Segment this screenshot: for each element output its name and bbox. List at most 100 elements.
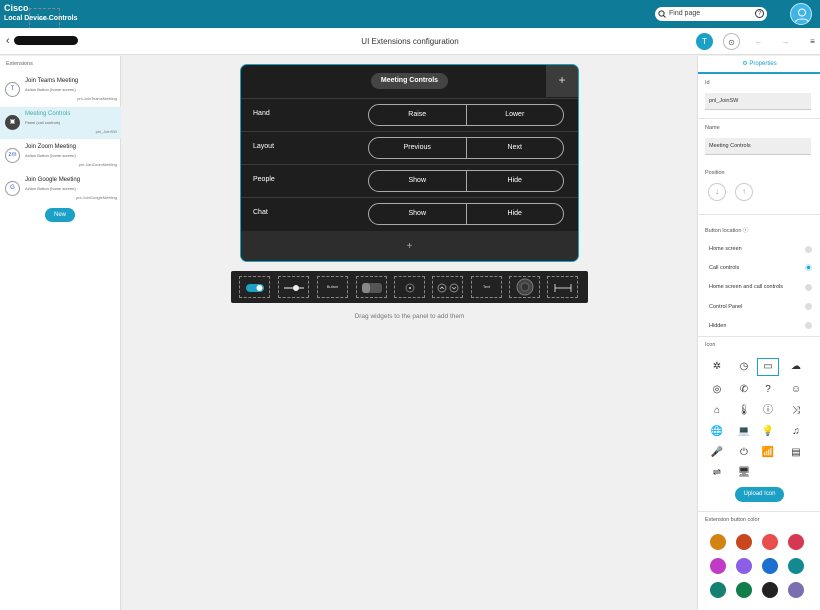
question-icon[interactable]: ? (760, 382, 776, 398)
color-swatch[interactable] (736, 534, 752, 550)
row-label[interactable]: Hand (253, 110, 270, 117)
info-icon[interactable]: ⓘ (760, 403, 776, 419)
raise-button[interactable]: Raise (369, 105, 466, 125)
phone-icon[interactable]: ✆ (736, 382, 752, 398)
display-icon[interactable]: 🖥 (736, 465, 752, 481)
spinner-widget[interactable] (432, 276, 463, 298)
tv-icon[interactable]: ▤ (788, 445, 804, 461)
tab-properties[interactable]: ⚙ Properties (698, 56, 820, 74)
id-field[interactable]: pnl_JoinSW (705, 93, 811, 110)
new-extension-button[interactable]: New (45, 208, 75, 222)
lightbulb-icon[interactable]: 💡 (760, 424, 776, 440)
color-swatch[interactable] (736, 558, 752, 574)
segmented-button[interactable]: Previous Next (368, 137, 564, 159)
toggle-on-widget[interactable] (239, 276, 270, 298)
redo-icon[interactable]: → (777, 33, 794, 50)
google-meet-icon: G (5, 181, 20, 196)
teams-icon: T (5, 82, 20, 97)
id-label: Id (705, 80, 710, 86)
location-radio-call-controls[interactable] (805, 264, 812, 271)
setup-icon[interactable]: ✲ (709, 359, 725, 375)
extensions-heading: Extensions (6, 61, 33, 67)
top-bar: Cisco Webex Local Device Controls Find p… (0, 0, 820, 30)
spacer-widget[interactable] (547, 276, 578, 298)
location-radio-hidden[interactable] (805, 322, 812, 329)
hide-button[interactable]: Hide (465, 204, 564, 224)
undo-icon[interactable]: ← (750, 33, 767, 50)
segmented-button[interactable]: Show Hide (368, 170, 564, 192)
extension-id: pnl.JoinTeamsMeeting (77, 96, 117, 101)
microphone-icon[interactable]: 🎤 (709, 445, 725, 461)
lower-button[interactable]: Lower (465, 105, 564, 125)
color-swatch[interactable] (762, 582, 778, 598)
segmented-button[interactable]: Raise Lower (368, 104, 564, 126)
show-button[interactable]: Show (369, 204, 466, 224)
color-swatch[interactable] (788, 558, 804, 574)
color-swatch[interactable] (762, 534, 778, 550)
power-icon[interactable]: ⏻ (736, 445, 752, 461)
extension-item-zoom[interactable]: zm Join Zoom Meeting Action Button (home… (0, 140, 121, 172)
color-swatch[interactable] (762, 558, 778, 574)
location-radio-home[interactable] (805, 246, 812, 253)
panel-title[interactable]: Meeting Controls (371, 73, 448, 89)
panel-row-people: People Show Hide (241, 164, 578, 197)
button-widget[interactable]: Button (317, 276, 348, 298)
add-row-button[interactable]: + (241, 231, 578, 261)
extension-item-teams[interactable]: T Join Teams Meeting Action Button (home… (0, 74, 121, 106)
color-swatch[interactable] (736, 582, 752, 598)
row-label[interactable]: Chat (253, 209, 268, 216)
target-icon[interactable]: ◎ (709, 382, 725, 398)
find-page-placeholder: Find page (669, 10, 701, 17)
avatar[interactable] (790, 3, 812, 25)
color-swatch[interactable] (710, 558, 726, 574)
panel-add-page-button[interactable]: + (546, 65, 578, 97)
color-swatch[interactable] (788, 582, 804, 598)
clock-icon[interactable]: ◷ (736, 359, 752, 375)
helpdesk-icon[interactable]: ☁ (788, 359, 804, 375)
extension-item-meeting-controls[interactable]: ▣ Meeting Controls Panel (call controls)… (0, 107, 121, 139)
location-radio-home-and-call[interactable] (805, 284, 812, 291)
hide-button[interactable]: Hide (465, 171, 564, 191)
concierge-icon[interactable]: ☺ (788, 382, 804, 398)
sliders-icon[interactable]: ⇌ (709, 465, 725, 481)
directional-pad-widget[interactable] (509, 276, 540, 298)
upload-icon-button[interactable]: Upload Icon (735, 487, 784, 502)
camera-icon[interactable]: ▭ (757, 358, 779, 376)
laptop-icon[interactable]: 💻 (736, 424, 752, 440)
name-field[interactable]: Meeting Controls (705, 138, 811, 155)
dot-widget[interactable] (394, 276, 425, 298)
next-button[interactable]: Next (465, 138, 564, 158)
row-label[interactable]: Layout (253, 143, 274, 150)
shuffle-icon[interactable]: ⤨ (788, 403, 804, 419)
slider-widget[interactable] (278, 276, 309, 298)
back-icon[interactable]: ‹ (6, 35, 10, 47)
find-page-input[interactable]: Find page ? (655, 7, 767, 21)
toggle-off-widget[interactable] (356, 276, 387, 298)
text-widget[interactable]: Text (471, 276, 502, 298)
location-option-label: Home screen (709, 246, 742, 252)
extension-id: pnl_JoinSW (95, 129, 117, 134)
redacted-name (14, 36, 78, 45)
color-swatch[interactable] (788, 534, 804, 550)
color-swatch[interactable] (710, 582, 726, 598)
menu-icon[interactable]: ≡ (804, 33, 820, 50)
header-bar: UI Extensions configuration ‹ T ⊙ ← → ≡ (0, 28, 820, 55)
globe-icon[interactable]: 🌐 (709, 424, 725, 440)
help-icon[interactable]: ? (755, 9, 764, 18)
home-icon[interactable]: ⌂ (709, 403, 725, 419)
t-button[interactable]: T (696, 33, 713, 50)
wifi-icon[interactable]: 📶 (760, 445, 776, 461)
move-down-button[interactable]: ↓ (708, 183, 726, 201)
text-widget-label: Text (482, 284, 491, 289)
music-icon[interactable]: ♫ (788, 424, 804, 440)
color-swatch[interactable] (710, 534, 726, 550)
segmented-button[interactable]: Show Hide (368, 203, 564, 225)
row-label[interactable]: People (253, 176, 275, 183)
show-button[interactable]: Show (369, 171, 466, 191)
previous-button[interactable]: Previous (369, 138, 466, 158)
extension-item-google[interactable]: G Join Google Meeting Action Button (hom… (0, 173, 121, 205)
thermometer-icon[interactable]: 🌡 (736, 403, 752, 419)
move-up-button[interactable]: ↑ (735, 183, 753, 201)
preview-eye-icon[interactable]: ⊙ (723, 33, 740, 50)
location-radio-control-panel[interactable] (805, 303, 812, 310)
